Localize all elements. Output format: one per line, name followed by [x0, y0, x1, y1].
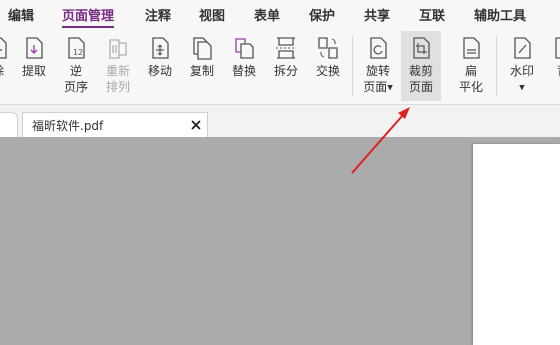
background-label: 背: [546, 63, 560, 79]
watermark-button[interactable]: 水印 ▼: [504, 31, 540, 101]
reverse-label-1: 逆: [69, 64, 82, 78]
copy-label: 复制: [189, 64, 214, 78]
move-page-button[interactable]: 移动: [143, 31, 177, 101]
menu-page-management[interactable]: 页面管理: [62, 5, 115, 28]
reverse-order-icon: 12: [68, 37, 85, 59]
reverse-order-button[interactable]: 12 逆 页序: [59, 31, 93, 101]
crop-label-2: 页面: [408, 80, 433, 94]
watermark-label: 水印: [509, 64, 534, 78]
extract-page-icon: [26, 37, 43, 59]
replace-label: 替换: [231, 64, 256, 78]
menu-comment[interactable]: 注释: [145, 5, 171, 24]
reverse-label-2: 页序: [63, 80, 88, 94]
move-label: 移动: [147, 64, 172, 78]
previous-tab[interactable]: [0, 112, 18, 138]
swap-label: 交换: [315, 64, 340, 78]
flatten-button[interactable]: 扁 平化: [453, 31, 489, 101]
extract-page-button[interactable]: 提取: [17, 31, 51, 101]
delete-page-icon: [0, 37, 7, 59]
replace-page-button[interactable]: 替换: [227, 31, 261, 101]
background-icon: [555, 37, 560, 59]
menu-view[interactable]: 视图: [199, 5, 225, 24]
flatten-label-1: 扁: [464, 64, 477, 78]
document-tab[interactable]: 福昕软件.pdf: [22, 112, 208, 137]
ribbon-separator: [496, 36, 497, 96]
chevron-down-icon[interactable]: ▼: [387, 84, 392, 92]
reorder-pages-button[interactable]: 重新 排列: [101, 31, 135, 101]
delete-label: 除: [0, 63, 18, 79]
menu-connect[interactable]: 互联: [419, 5, 445, 24]
replace-page-icon: [235, 38, 254, 59]
reorder-label-1: 重新: [105, 64, 130, 78]
crop-label-1: 裁剪: [408, 64, 433, 78]
extract-label: 提取: [21, 64, 46, 78]
pdf-page[interactable]: [473, 144, 560, 345]
rotate-page-icon: [370, 37, 387, 59]
copy-page-icon: [193, 37, 212, 60]
svg-text:12: 12: [73, 48, 83, 57]
split-label: 拆分: [273, 64, 298, 78]
swap-pages-icon: [318, 37, 338, 59]
rotate-label-1: 旋转: [365, 64, 390, 78]
rotate-page-button[interactable]: 旋转 页面▼: [358, 31, 398, 101]
delete-page-button[interactable]: 除: [0, 31, 18, 101]
chevron-down-icon[interactable]: ▼: [519, 84, 524, 92]
reorder-label-2: 排列: [105, 80, 130, 94]
close-icon[interactable]: [190, 119, 202, 131]
menu-assist-tools[interactable]: 辅助工具: [474, 5, 526, 24]
reorder-pages-icon: [109, 39, 127, 59]
split-page-icon: [276, 37, 296, 59]
copy-page-button[interactable]: 复制: [185, 31, 219, 101]
rotate-label-2: 页面: [363, 80, 388, 94]
move-page-icon: [152, 37, 169, 59]
menu-bar: 编辑 页面管理 注释 视图 表单 保护 共享 互联 辅助工具: [0, 0, 560, 28]
flatten-label-2: 平化: [458, 80, 483, 94]
menu-form[interactable]: 表单: [254, 5, 280, 24]
menu-share[interactable]: 共享: [364, 5, 390, 24]
ribbon-separator: [352, 36, 353, 96]
crop-page-button[interactable]: 裁剪 页面: [401, 31, 441, 101]
ribbon-toolbar: 除 提取 12 逆 页序 重新 排列 移动 复制 替换 拆分 交换 旋转 页面▼: [0, 28, 560, 105]
document-tab-bar: 福昕软件.pdf: [0, 105, 560, 138]
menu-edit[interactable]: 编辑: [8, 5, 34, 24]
document-tab-title: 福昕软件.pdf: [32, 119, 104, 133]
background-button[interactable]: 背: [546, 31, 560, 101]
flatten-icon: [463, 37, 480, 59]
crop-page-icon: [413, 37, 430, 59]
split-page-button[interactable]: 拆分: [269, 31, 303, 101]
menu-protect[interactable]: 保护: [309, 5, 335, 24]
swap-pages-button[interactable]: 交换: [311, 31, 345, 101]
watermark-icon: [514, 37, 531, 59]
